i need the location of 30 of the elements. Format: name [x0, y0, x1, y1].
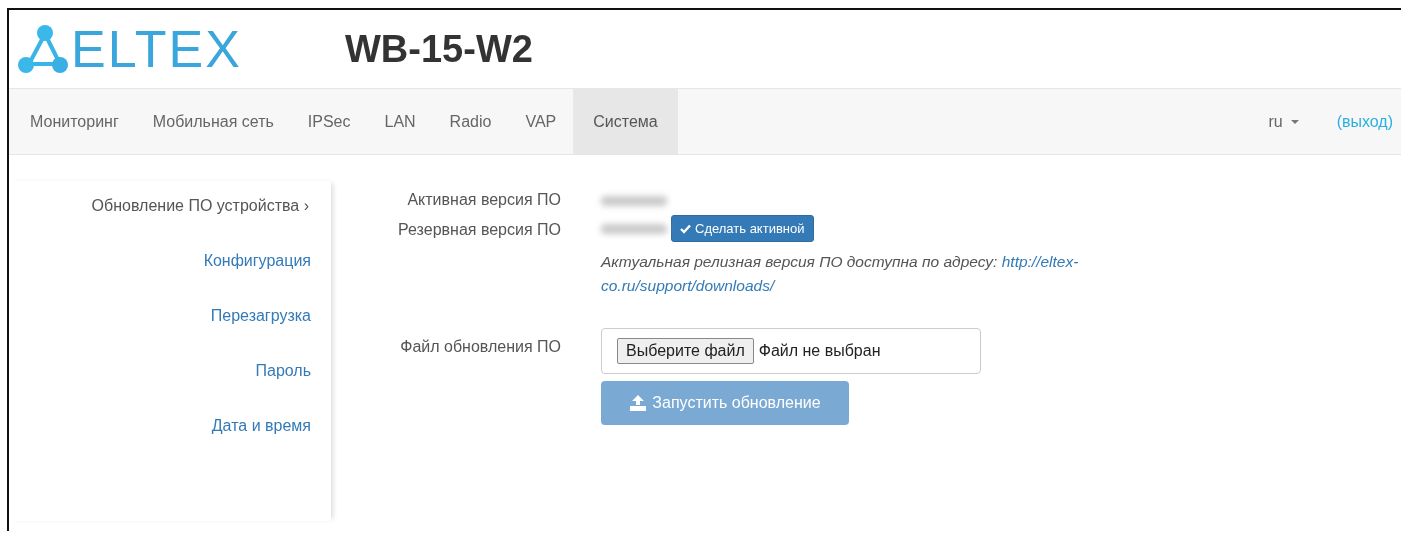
field-label: Файл обновления ПО — [399, 338, 562, 357]
sidebar-item[interactable]: Дата и время — [211, 417, 327, 472]
device-model: WB-15-W2 — [345, 27, 533, 71]
nav-tab[interactable]: LAN — [367, 89, 433, 154]
blurred-version — [601, 223, 667, 234]
checkmark-icon — [680, 223, 691, 234]
field-label: Активная версия ПО — [406, 191, 562, 209]
nav-tab[interactable]: Система — [573, 89, 678, 154]
nav-tab[interactable]: VAP — [508, 89, 574, 154]
nav-tab[interactable]: Мониторинг — [13, 89, 136, 154]
release-note: Актуальная релизная версия ПО доступна по адресу: http://eltex- co.ru/support/downloads/ — [601, 252, 1080, 296]
logo-text: ELTEX — [71, 19, 243, 79]
nav-tab[interactable]: Radio — [432, 89, 509, 154]
make-active-button[interactable]: Сделать активной — [671, 215, 814, 242]
sidebar-item[interactable]: Конфигурация — [203, 252, 327, 307]
choose-file-button[interactable]: Выберите файл — [617, 338, 754, 364]
field-label: Резервная версия ПО — [397, 221, 562, 240]
downloads-link[interactable]: http://eltex- — [1001, 253, 1079, 270]
file-input[interactable]: Выберите файл Файл не выбран — [601, 328, 981, 374]
nav-tab[interactable]: IPSec — [290, 89, 368, 154]
downloads-link[interactable]: co.ru/support/downloads/ — [601, 277, 775, 294]
language-dropdown[interactable]: ru — [1268, 89, 1337, 154]
upload-icon — [629, 395, 648, 411]
logo-icon — [17, 24, 69, 74]
sidebar-item[interactable]: Обновление ПО устройства › — [91, 197, 327, 252]
nav-tab[interactable]: Мобильная сеть — [135, 89, 291, 154]
sidebar-item[interactable]: Пароль — [255, 362, 327, 417]
blurred-version — [601, 196, 667, 206]
sidebar-item[interactable]: Перезагрузка — [210, 307, 327, 362]
file-status: Файл не выбран — [758, 342, 881, 360]
